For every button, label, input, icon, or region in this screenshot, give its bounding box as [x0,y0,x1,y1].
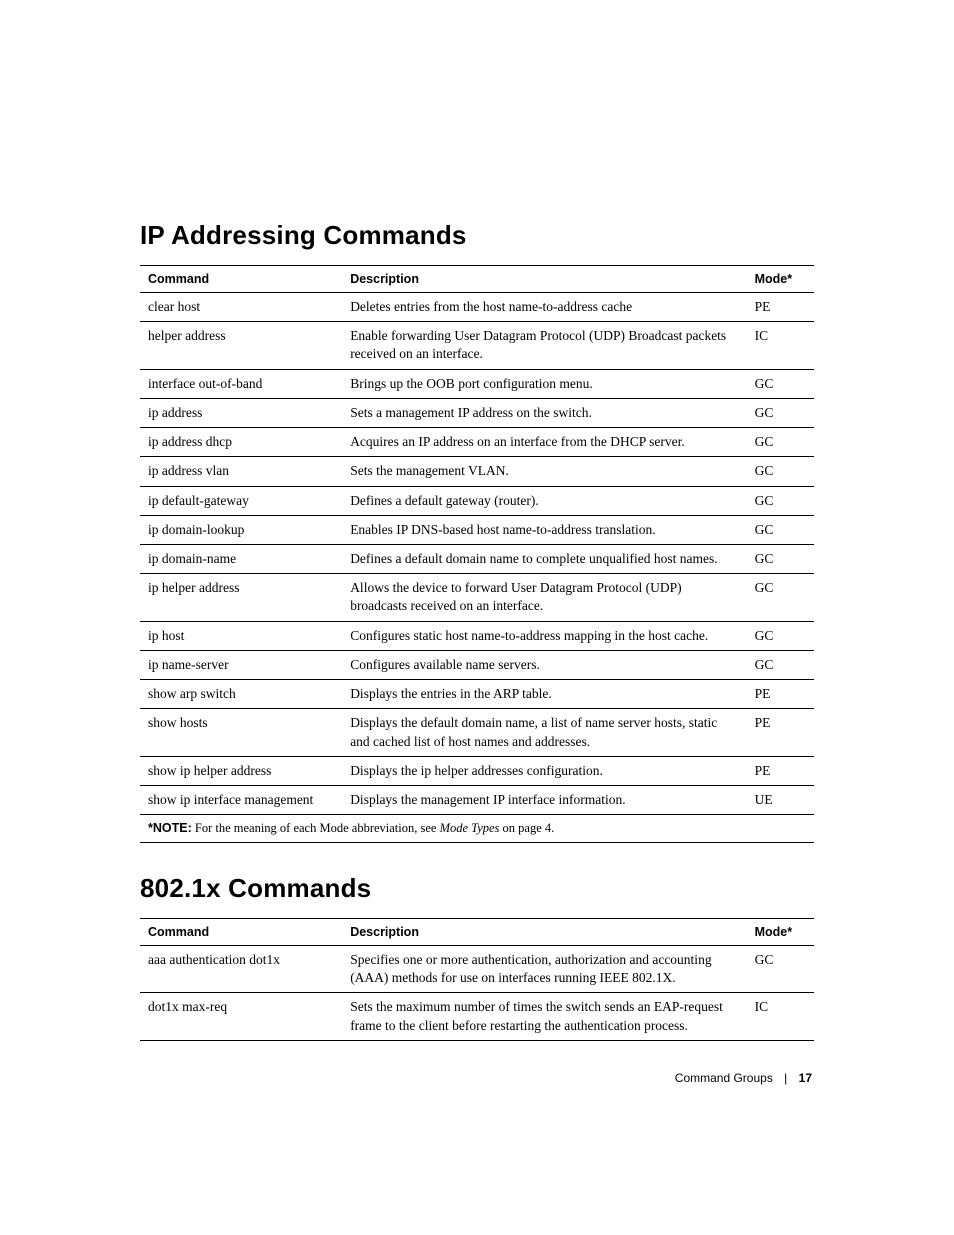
footer-section-label: Command Groups [675,1071,773,1085]
cell-command: aaa authentication dot1x [140,946,342,993]
cell-description: Sets a management IP address on the swit… [342,398,746,427]
col-command-header: Command [140,266,342,293]
col-mode-header: Mode* [747,919,814,946]
cell-mode: GC [747,486,814,515]
cell-description: Displays the default domain name, a list… [342,709,746,756]
table-row: dot1x max-reqSets the maximum number of … [140,993,814,1040]
cell-mode: PE [747,709,814,756]
table-row: ip default-gatewayDefines a default gate… [140,486,814,515]
cell-command: show arp switch [140,680,342,709]
cell-mode: GC [747,369,814,398]
cell-description: Allows the device to forward User Datagr… [342,574,746,621]
table-row: show ip interface managementDisplays the… [140,785,814,814]
table-row: aaa authentication dot1xSpecifies one or… [140,946,814,993]
cell-mode: GC [747,457,814,486]
table-row: show ip helper addressDisplays the ip he… [140,756,814,785]
table-row: ip addressSets a management IP address o… [140,398,814,427]
cell-command: ip address vlan [140,457,342,486]
cell-description: Displays the ip helper addresses configu… [342,756,746,785]
cell-command: dot1x max-req [140,993,342,1040]
cell-description: Configures static host name-to-address m… [342,621,746,650]
table-row: ip hostConfigures static host name-to-ad… [140,621,814,650]
col-mode-header: Mode* [747,266,814,293]
table-row: ip address vlanSets the management VLAN.… [140,457,814,486]
table-row: ip domain-nameDefines a default domain n… [140,544,814,573]
cell-description: Deletes entries from the host name-to-ad… [342,293,746,322]
cell-command: interface out-of-band [140,369,342,398]
cell-command: ip name-server [140,650,342,679]
cell-description: Displays the management IP interface inf… [342,785,746,814]
cell-description: Sets the maximum number of times the swi… [342,993,746,1040]
cell-description: Sets the management VLAN. [342,457,746,486]
cell-description: Acquires an IP address on an interface f… [342,428,746,457]
cell-description: Defines a default domain name to complet… [342,544,746,573]
cell-mode: GC [747,621,814,650]
cell-mode: GC [747,946,814,993]
note-mid: For the meaning of each Mode abbreviatio… [192,821,440,835]
cell-mode: GC [747,428,814,457]
section-heading-ip-addressing: IP Addressing Commands [140,220,814,251]
table-row: clear hostDeletes entries from the host … [140,293,814,322]
cell-command: ip address dhcp [140,428,342,457]
page-footer: Command Groups | 17 [140,1071,814,1085]
page-content: IP Addressing Commands Command Descripti… [0,0,954,1145]
cell-command: show ip helper address [140,756,342,785]
table-row: show hostsDisplays the default domain na… [140,709,814,756]
cell-description: Configures available name servers. [342,650,746,679]
cell-mode: GC [747,398,814,427]
cell-mode: PE [747,756,814,785]
table-row: helper addressEnable forwarding User Dat… [140,322,814,369]
cell-mode: GC [747,574,814,621]
cell-mode: GC [747,650,814,679]
section-heading-8021x: 802.1x Commands [140,873,814,904]
cell-description: Enable forwarding User Datagram Protocol… [342,322,746,369]
col-description-header: Description [342,919,746,946]
footer-page-number: 17 [799,1071,812,1085]
cell-description: Displays the entries in the ARP table. [342,680,746,709]
cell-mode: GC [747,544,814,573]
table-row: ip name-serverConfigures available name … [140,650,814,679]
cell-command: ip domain-lookup [140,515,342,544]
table-row: ip address dhcpAcquires an IP address on… [140,428,814,457]
cell-command: clear host [140,293,342,322]
cell-description: Defines a default gateway (router). [342,486,746,515]
table-note-row: *NOTE: For the meaning of each Mode abbr… [140,815,814,843]
note-prefix: *NOTE: [148,821,192,835]
cell-description: Enables IP DNS-based host name-to-addres… [342,515,746,544]
note-italic: Mode Types [440,821,500,835]
8021x-commands-table: Command Description Mode* aaa authentica… [140,918,814,1041]
cell-mode: IC [747,322,814,369]
col-description-header: Description [342,266,746,293]
cell-mode: IC [747,993,814,1040]
footer-separator-icon: | [784,1071,787,1085]
note-suffix: on page 4. [499,821,554,835]
cell-description: Specifies one or more authentication, au… [342,946,746,993]
cell-command: show ip interface management [140,785,342,814]
cell-command: ip host [140,621,342,650]
table-row: show arp switchDisplays the entries in t… [140,680,814,709]
table-row: ip helper addressAllows the device to fo… [140,574,814,621]
table-row: ip domain-lookupEnables IP DNS-based hos… [140,515,814,544]
cell-command: ip helper address [140,574,342,621]
ip-addressing-commands-table: Command Description Mode* clear hostDele… [140,265,814,843]
cell-command: show hosts [140,709,342,756]
cell-command: ip address [140,398,342,427]
cell-description: Brings up the OOB port configuration men… [342,369,746,398]
cell-mode: UE [747,785,814,814]
col-command-header: Command [140,919,342,946]
cell-mode: GC [747,515,814,544]
cell-mode: PE [747,680,814,709]
cell-command: ip domain-name [140,544,342,573]
cell-mode: PE [747,293,814,322]
cell-command: ip default-gateway [140,486,342,515]
cell-command: helper address [140,322,342,369]
table-row: interface out-of-bandBrings up the OOB p… [140,369,814,398]
